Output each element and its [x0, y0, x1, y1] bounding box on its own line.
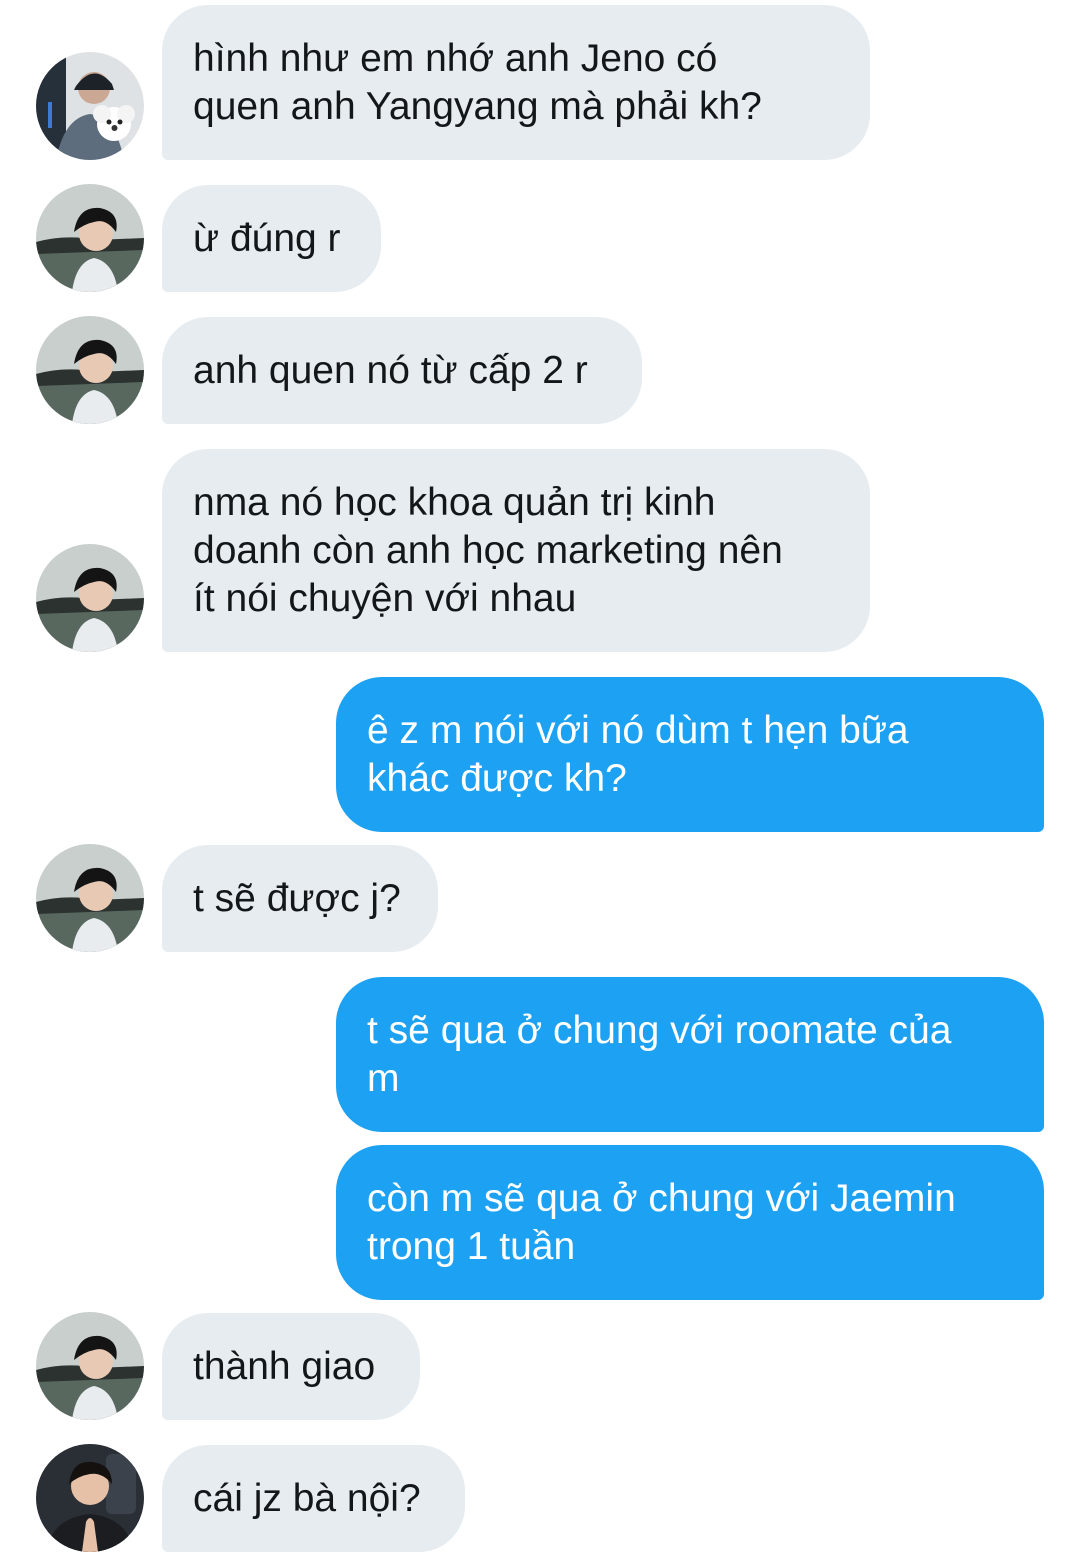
message-bubble-outgoing[interactable]: t sẽ qua ở chung với roomate của m — [336, 977, 1044, 1132]
message-bubble-incoming[interactable]: nma nó học khoa quản trị kinh doanh còn … — [162, 449, 870, 652]
chat-thread: hình như em nhớ anh Jeno có quen anh Yan… — [0, 0, 1080, 1565]
message-bubble-outgoing[interactable]: còn m sẽ qua ở chung với Jaemin trong 1 … — [336, 1145, 1044, 1300]
avatar-boy-icon[interactable] — [36, 844, 144, 952]
avatar-praying-boy-icon[interactable] — [36, 1444, 144, 1552]
avatar-dog-cap-icon[interactable] — [36, 52, 144, 160]
avatar-boy-icon[interactable] — [36, 1312, 144, 1420]
avatar-boy-icon[interactable] — [36, 316, 144, 424]
avatar-boy-icon[interactable] — [36, 184, 144, 292]
message-bubble-incoming[interactable]: cái jz bà nội? — [162, 1445, 465, 1552]
avatar-boy-icon[interactable] — [36, 544, 144, 652]
message-bubble-incoming[interactable]: t sẽ được j? — [162, 845, 438, 952]
message-bubble-incoming[interactable]: hình như em nhớ anh Jeno có quen anh Yan… — [162, 5, 870, 160]
message-bubble-incoming[interactable]: thành giao — [162, 1313, 420, 1420]
message-bubble-incoming[interactable]: anh quen nó từ cấp 2 r — [162, 317, 642, 424]
message-bubble-outgoing[interactable]: ê z m nói với nó dùm t hẹn bữa khác được… — [336, 677, 1044, 832]
message-bubble-incoming[interactable]: ừ đúng r — [162, 185, 381, 292]
